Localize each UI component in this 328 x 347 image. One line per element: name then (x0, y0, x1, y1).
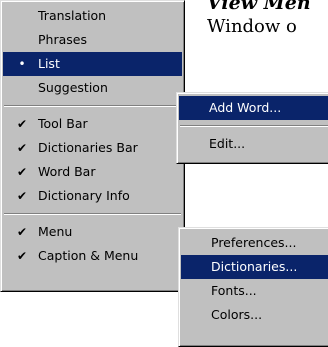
menu-item-label: Edit... (209, 136, 246, 151)
submenu-item-add-word[interactable]: Add Word... (179, 96, 328, 120)
menu-item-label: Fonts... (211, 283, 257, 298)
menu-item-label: Dictionaries Bar (38, 140, 138, 155)
background-heading: View Men (207, 0, 311, 14)
submenu-item-colors[interactable]: Colors... (181, 303, 328, 327)
menu-item-label: Preferences... (211, 235, 297, 250)
menu-item-word-bar[interactable]: ✔ Word Bar (3, 160, 182, 184)
submenu-item-dictionaries[interactable]: Dictionaries... (181, 255, 328, 279)
menu-item-label: Menu (38, 224, 73, 239)
menu-item-label: Dictionaries... (211, 259, 298, 274)
menu-item-label: Word Bar (38, 164, 96, 179)
check-icon: ✔ (16, 225, 28, 239)
menu-item-list[interactable]: • List (3, 52, 182, 76)
check-icon: ✔ (16, 141, 28, 155)
menu-item-label: Suggestion (38, 80, 108, 95)
menu-item-label: Tool Bar (38, 116, 88, 131)
submenu-item-preferences[interactable]: Preferences... (181, 231, 328, 255)
menu-item-label: Caption & Menu (38, 248, 139, 263)
menu-item-label: Phrases (38, 32, 87, 47)
menu-separator (4, 105, 181, 107)
submenu-item-fonts[interactable]: Fonts... (181, 279, 328, 303)
view-menu: Translation Phrases • List Suggestion ✔ … (0, 0, 185, 292)
menu-item-menu[interactable]: ✔ Menu (3, 220, 182, 244)
menu-item-label: Translation (38, 8, 107, 23)
radio-dot-icon: • (18, 57, 26, 71)
check-icon: ✔ (16, 165, 28, 179)
menu-item-translation[interactable]: Translation (3, 4, 182, 28)
menu-item-phrases[interactable]: Phrases (3, 28, 182, 52)
menu-item-suggestion[interactable]: Suggestion (3, 76, 182, 100)
menu-item-tool-bar[interactable]: ✔ Tool Bar (3, 112, 182, 136)
submenu-item-edit[interactable]: Edit... (179, 132, 328, 156)
menu-separator (4, 213, 181, 215)
background-text-line: Window o (207, 16, 297, 37)
menu-submenu: Preferences... Dictionaries... Fonts... … (178, 227, 328, 347)
menu-item-label: Colors... (211, 307, 263, 322)
menu-item-dictionary-info[interactable]: ✔ Dictionary Info (3, 184, 182, 208)
list-submenu: Add Word... Edit... (176, 92, 328, 164)
menu-item-dictionaries-bar[interactable]: ✔ Dictionaries Bar (3, 136, 182, 160)
check-icon: ✔ (16, 117, 28, 131)
menu-item-label: Add Word... (209, 100, 282, 115)
menu-item-caption-and-menu[interactable]: ✔ Caption & Menu (3, 244, 182, 268)
menu-separator (180, 125, 328, 127)
check-icon: ✔ (16, 249, 28, 263)
menu-item-label: Dictionary Info (38, 188, 130, 203)
check-icon: ✔ (16, 189, 28, 203)
menu-item-label: List (38, 56, 60, 71)
